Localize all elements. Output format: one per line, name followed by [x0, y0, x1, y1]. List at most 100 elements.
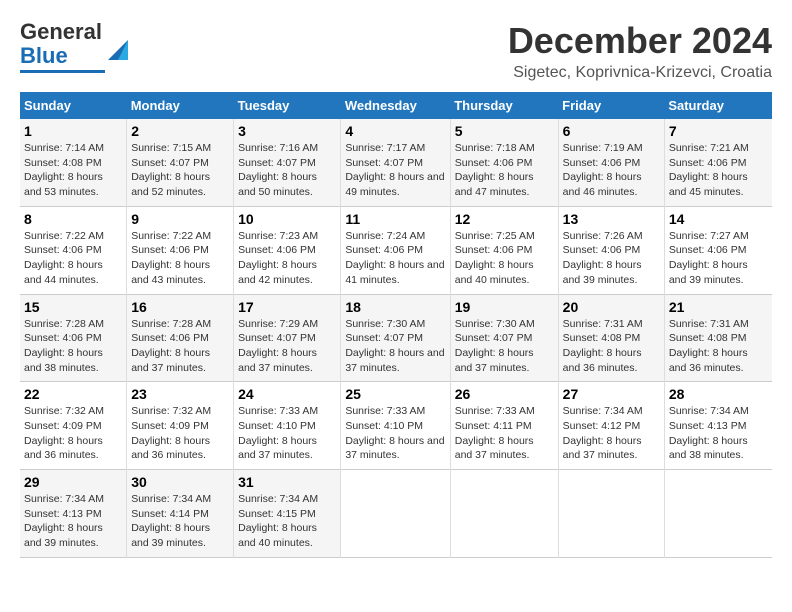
day-info: Sunrise: 7:24 AMSunset: 4:06 PMDaylight:…	[345, 230, 444, 286]
day-info: Sunrise: 7:26 AMSunset: 4:06 PMDaylight:…	[563, 230, 643, 286]
month-title: December 2024	[508, 20, 772, 62]
day-cell: 18 Sunrise: 7:30 AMSunset: 4:07 PMDayligh…	[341, 294, 450, 382]
day-cell	[558, 470, 664, 558]
day-cell: 15 Sunrise: 7:28 AMSunset: 4:06 PMDayligh…	[20, 294, 127, 382]
calendar-table: SundayMondayTuesdayWednesdayThursdayFrid…	[20, 92, 772, 558]
day-cell: 13 Sunrise: 7:26 AMSunset: 4:06 PMDayligh…	[558, 206, 664, 294]
week-row-1: 1 Sunrise: 7:14 AMSunset: 4:08 PMDaylight…	[20, 119, 772, 206]
day-number: 16	[131, 299, 229, 315]
day-info: Sunrise: 7:33 AMSunset: 4:10 PMDaylight:…	[238, 405, 318, 461]
day-number: 11	[345, 211, 445, 227]
day-info: Sunrise: 7:25 AMSunset: 4:06 PMDaylight:…	[455, 230, 535, 286]
day-number: 15	[24, 299, 122, 315]
day-cell: 5Sunrise: 7:18 AMSunset: 4:06 PMDaylight…	[450, 119, 558, 206]
day-number: 19	[455, 299, 554, 315]
day-info: Sunrise: 7:15 AMSunset: 4:07 PMDaylight:…	[131, 142, 211, 198]
day-cell: 21Sunrise: 7:31 AMSunset: 4:08 PMDayligh…	[664, 294, 772, 382]
day-cell: 17 Sunrise: 7:29 AMSunset: 4:07 PMDayligh…	[234, 294, 341, 382]
day-info: Sunrise: 7:34 AMSunset: 4:15 PMDaylight:…	[238, 493, 318, 549]
day-number: 27	[563, 386, 660, 402]
day-number: 3	[238, 123, 336, 139]
day-cell: 28 Sunrise: 7:34 AMSunset: 4:13 PMDayligh…	[664, 382, 772, 470]
header-wednesday: Wednesday	[341, 92, 450, 119]
week-row-4: 22 Sunrise: 7:32 AMSunset: 4:09 PMDayligh…	[20, 382, 772, 470]
day-cell: 31Sunrise: 7:34 AMSunset: 4:15 PMDayligh…	[234, 470, 341, 558]
header-sunday: Sunday	[20, 92, 127, 119]
location: Sigetec, Koprivnica-Krizevci, Croatia	[508, 64, 772, 82]
logo-icon	[104, 36, 132, 64]
day-info: Sunrise: 7:33 AMSunset: 4:10 PMDaylight:…	[345, 405, 444, 461]
day-cell: 9Sunrise: 7:22 AMSunset: 4:06 PMDaylight…	[127, 206, 234, 294]
day-info: Sunrise: 7:23 AMSunset: 4:06 PMDaylight:…	[238, 230, 318, 286]
day-number: 20	[563, 299, 660, 315]
day-cell: 24Sunrise: 7:33 AMSunset: 4:10 PMDayligh…	[234, 382, 341, 470]
day-info: Sunrise: 7:34 AMSunset: 4:13 PMDaylight:…	[24, 493, 104, 549]
day-cell: 12 Sunrise: 7:25 AMSunset: 4:06 PMDayligh…	[450, 206, 558, 294]
day-info: Sunrise: 7:34 AMSunset: 4:13 PMDaylight:…	[669, 405, 749, 461]
day-info: Sunrise: 7:34 AMSunset: 4:14 PMDaylight:…	[131, 493, 211, 549]
week-row-3: 15 Sunrise: 7:28 AMSunset: 4:06 PMDayligh…	[20, 294, 772, 382]
day-info: Sunrise: 7:30 AMSunset: 4:07 PMDaylight:…	[345, 318, 444, 374]
day-info: Sunrise: 7:28 AMSunset: 4:06 PMDaylight:…	[131, 318, 211, 374]
day-cell: 20 Sunrise: 7:31 AMSunset: 4:08 PMDayligh…	[558, 294, 664, 382]
calendar-header-row: SundayMondayTuesdayWednesdayThursdayFrid…	[20, 92, 772, 119]
week-row-2: 8Sunrise: 7:22 AMSunset: 4:06 PMDaylight…	[20, 206, 772, 294]
day-cell: 16 Sunrise: 7:28 AMSunset: 4:06 PMDayligh…	[127, 294, 234, 382]
day-cell: 8Sunrise: 7:22 AMSunset: 4:06 PMDaylight…	[20, 206, 127, 294]
day-number: 13	[563, 211, 660, 227]
day-cell: 29 Sunrise: 7:34 AMSunset: 4:13 PMDayligh…	[20, 470, 127, 558]
day-info: Sunrise: 7:14 AMSunset: 4:08 PMDaylight:…	[24, 142, 104, 198]
day-cell	[450, 470, 558, 558]
day-number: 22	[24, 386, 122, 402]
day-cell: 11 Sunrise: 7:24 AMSunset: 4:06 PMDayligh…	[341, 206, 450, 294]
day-number: 12	[455, 211, 554, 227]
day-info: Sunrise: 7:18 AMSunset: 4:06 PMDaylight:…	[455, 142, 535, 198]
day-number: 14	[669, 211, 768, 227]
day-info: Sunrise: 7:19 AMSunset: 4:06 PMDaylight:…	[563, 142, 643, 198]
day-number: 6	[563, 123, 660, 139]
day-cell: 27 Sunrise: 7:34 AMSunset: 4:12 PMDayligh…	[558, 382, 664, 470]
header-saturday: Saturday	[664, 92, 772, 119]
title-section: December 2024 Sigetec, Koprivnica-Krizev…	[508, 20, 772, 82]
day-cell: 2 Sunrise: 7:15 AMSunset: 4:07 PMDaylight…	[127, 119, 234, 206]
day-number: 17	[238, 299, 336, 315]
day-number: 26	[455, 386, 554, 402]
day-cell: 4 Sunrise: 7:17 AMSunset: 4:07 PMDaylight…	[341, 119, 450, 206]
day-cell: 22Sunrise: 7:32 AMSunset: 4:09 PMDayligh…	[20, 382, 127, 470]
day-cell: 14 Sunrise: 7:27 AMSunset: 4:06 PMDayligh…	[664, 206, 772, 294]
day-cell: 25Sunrise: 7:33 AMSunset: 4:10 PMDayligh…	[341, 382, 450, 470]
day-number: 29	[24, 474, 122, 490]
day-cell: 6 Sunrise: 7:19 AMSunset: 4:06 PMDaylight…	[558, 119, 664, 206]
day-number: 18	[345, 299, 445, 315]
day-number: 2	[131, 123, 229, 139]
day-cell: 23 Sunrise: 7:32 AMSunset: 4:09 PMDayligh…	[127, 382, 234, 470]
day-cell: 10 Sunrise: 7:23 AMSunset: 4:06 PMDayligh…	[234, 206, 341, 294]
header-thursday: Thursday	[450, 92, 558, 119]
day-info: Sunrise: 7:22 AMSunset: 4:06 PMDaylight:…	[24, 230, 104, 286]
day-cell: 30Sunrise: 7:34 AMSunset: 4:14 PMDayligh…	[127, 470, 234, 558]
day-cell: 1 Sunrise: 7:14 AMSunset: 4:08 PMDaylight…	[20, 119, 127, 206]
header-monday: Monday	[127, 92, 234, 119]
day-number: 1	[24, 123, 122, 139]
logo-underline	[20, 70, 105, 73]
day-info: Sunrise: 7:34 AMSunset: 4:12 PMDaylight:…	[563, 405, 643, 461]
day-cell: 26Sunrise: 7:33 AMSunset: 4:11 PMDayligh…	[450, 382, 558, 470]
day-info: Sunrise: 7:29 AMSunset: 4:07 PMDaylight:…	[238, 318, 318, 374]
day-number: 28	[669, 386, 768, 402]
day-cell	[664, 470, 772, 558]
day-number: 4	[345, 123, 445, 139]
header-friday: Friday	[558, 92, 664, 119]
day-info: Sunrise: 7:28 AMSunset: 4:06 PMDaylight:…	[24, 318, 104, 374]
day-number: 23	[131, 386, 229, 402]
day-info: Sunrise: 7:27 AMSunset: 4:06 PMDaylight:…	[669, 230, 749, 286]
day-cell	[341, 470, 450, 558]
day-number: 10	[238, 211, 336, 227]
day-number: 21	[669, 299, 768, 315]
day-info: Sunrise: 7:32 AMSunset: 4:09 PMDaylight:…	[131, 405, 211, 461]
day-number: 7	[669, 123, 768, 139]
day-info: Sunrise: 7:31 AMSunset: 4:08 PMDaylight:…	[563, 318, 643, 374]
day-info: Sunrise: 7:17 AMSunset: 4:07 PMDaylight:…	[345, 142, 444, 198]
day-cell: 19Sunrise: 7:30 AMSunset: 4:07 PMDayligh…	[450, 294, 558, 382]
logo: GeneralBlue	[20, 20, 132, 73]
header-tuesday: Tuesday	[234, 92, 341, 119]
